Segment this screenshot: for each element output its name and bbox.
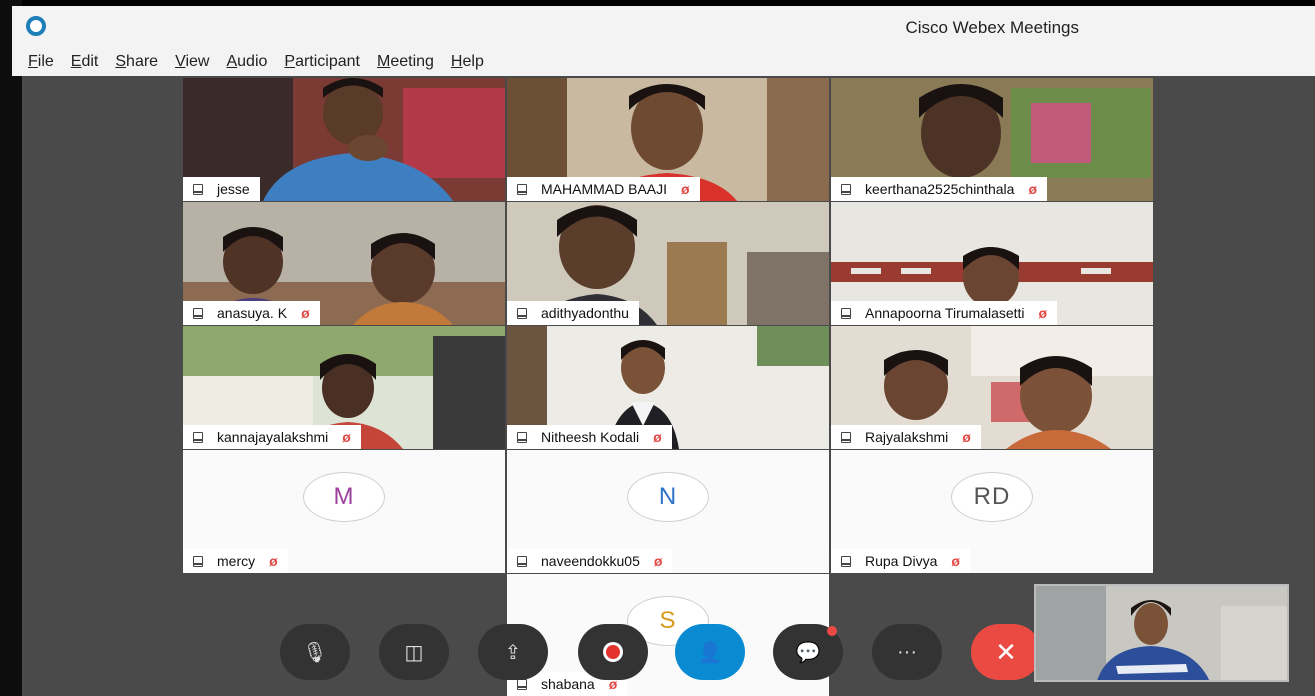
device-icon (841, 307, 851, 319)
participant-name-tag: adithyadonthu (507, 301, 639, 325)
close-icon: ✕ (995, 636, 1017, 667)
device-icon (841, 183, 851, 195)
participant-name: adithyadonthu (541, 305, 629, 321)
more-button[interactable]: ··· (872, 624, 942, 680)
participant-name: Rupa Divya (865, 553, 938, 569)
participant-name: keerthana2525chinthala (865, 181, 1015, 197)
device-icon (193, 555, 203, 567)
participant-name-tag: keerthana2525chinthala ø (831, 177, 1048, 201)
chat-icon: 💬 (795, 641, 821, 664)
participant-name-tag: naveendokku05 ø (507, 549, 673, 573)
menu-edit[interactable]: Edit (71, 53, 99, 71)
self-video-feed (1036, 586, 1287, 680)
participant-name-tag: anasuya. K ø (183, 301, 320, 325)
device-icon (517, 555, 527, 567)
microphone-muted-icon: ø (653, 429, 662, 445)
mute-button[interactable]: 🎙 (280, 624, 350, 680)
participant-name: jesse (217, 181, 250, 197)
menu-view[interactable]: View (175, 53, 209, 71)
participant-name: shabana (541, 676, 595, 692)
participant-name-tag: mercy ø (183, 549, 288, 573)
participant-tile[interactable]: adithyadonthu (507, 202, 829, 325)
participant-tile[interactable]: Nnaveendokku05 ø (507, 450, 829, 573)
participant-name-tag: Rupa Divya ø (831, 549, 970, 573)
chat-button[interactable]: 💬 (773, 624, 843, 680)
device-icon (517, 307, 527, 319)
participants-button[interactable]: 👤 (675, 624, 745, 680)
participant-avatar: M (303, 472, 385, 522)
device-icon (193, 431, 203, 443)
video-button[interactable]: ◫ (379, 624, 449, 680)
menu-help[interactable]: Help (451, 53, 484, 71)
microphone-muted-icon: ø (301, 305, 310, 321)
title-bar: Cisco Webex Meetings (12, 6, 1315, 48)
microphone-muted-icon: ø (1028, 181, 1038, 197)
notification-badge (827, 626, 837, 636)
menu-file[interactable]: File (28, 53, 54, 71)
microphone-muted-icon: ø (962, 429, 971, 445)
menu-bar: File Edit Share View Audio Participant M… (12, 48, 1315, 76)
participant-tile[interactable]: kannajayalakshmi ø (183, 326, 505, 449)
share-icon: ⇪ (504, 641, 522, 664)
participants-icon: 👤 (697, 641, 723, 664)
participant-name-tag: kannajayalakshmi ø (183, 425, 361, 449)
microphone-muted-icon: ø (269, 553, 278, 569)
microphone-muted-icon: 🎙 (302, 641, 328, 664)
microphone-muted-icon: ø (653, 553, 663, 569)
participant-name: anasuya. K (217, 305, 288, 321)
participant-tile[interactable]: Rajyalakshmi ø (831, 326, 1153, 449)
device-icon (517, 678, 527, 690)
participant-name: kannajayalakshmi (217, 429, 329, 445)
participant-name-tag: MAHAMMAD BAAJI ø (507, 177, 700, 201)
microphone-muted-icon: ø (951, 553, 960, 569)
more-icon: ··· (897, 640, 917, 663)
leave-button[interactable]: ✕ (971, 624, 1041, 680)
menu-audio[interactable]: Audio (226, 53, 267, 71)
device-icon (517, 183, 527, 195)
menu-share[interactable]: Share (115, 53, 158, 71)
participant-tile[interactable]: jesse (183, 78, 505, 201)
participant-name: Annapoorna Tirumalasetti (865, 305, 1025, 321)
participant-avatar: RD (951, 472, 1033, 522)
participant-tile[interactable]: keerthana2525chinthala ø (831, 78, 1153, 201)
menu-participant[interactable]: Participant (284, 53, 360, 71)
participant-name-tag: jesse (183, 177, 260, 201)
window-title: Cisco Webex Meetings (905, 18, 1079, 37)
participant-tile[interactable]: RD Rupa Divya ø (831, 450, 1153, 573)
participant-avatar: N (627, 472, 709, 522)
video-off-icon: ◫ (404, 641, 424, 664)
device-icon (517, 431, 527, 443)
participant-name: Nitheesh Kodali (541, 429, 640, 445)
participant-name: mercy (217, 553, 256, 569)
participant-tile[interactable]: MAHAMMAD BAAJI ø (507, 78, 829, 201)
device-icon (193, 307, 203, 319)
share-button[interactable]: ⇪ (478, 624, 548, 680)
participant-name: naveendokku05 (541, 553, 640, 569)
participant-tile[interactable]: anasuya. K ø (183, 202, 505, 325)
desktop-background-strip (0, 0, 22, 696)
record-icon (606, 645, 620, 659)
device-icon (841, 431, 851, 443)
microphone-muted-icon: ø (342, 429, 351, 445)
record-button[interactable] (578, 624, 648, 680)
menu-meeting[interactable]: Meeting (377, 53, 434, 71)
self-view-video[interactable] (1034, 584, 1289, 682)
participant-name-tag: Annapoorna Tirumalasetti ø (831, 301, 1058, 325)
device-icon (193, 183, 203, 195)
participant-name: Rajyalakshmi (865, 429, 949, 445)
microphone-muted-icon: ø (1038, 305, 1048, 321)
device-icon (841, 555, 851, 567)
participant-tile[interactable]: Annapoorna Tirumalasetti ø (831, 202, 1153, 325)
participant-tile[interactable]: Nitheesh Kodali ø (507, 326, 829, 449)
participant-name: MAHAMMAD BAAJI (541, 181, 668, 197)
microphone-muted-icon: ø (681, 181, 690, 197)
participant-name-tag: Rajyalakshmi ø (831, 425, 981, 449)
participant-name-tag: Nitheesh Kodali ø (507, 425, 672, 449)
participant-tile[interactable]: Mmercy ø (183, 450, 505, 573)
